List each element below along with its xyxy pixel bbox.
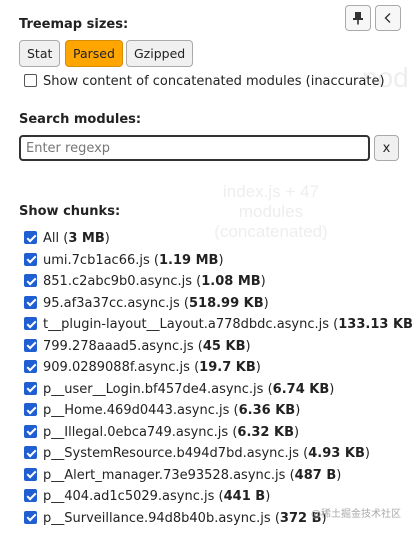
chunk-item[interactable]: p__Illegal.0ebca749.async.js (6.32 KB): [24, 422, 413, 444]
chunk-checkbox[interactable]: [24, 252, 37, 266]
chunk-checkbox[interactable]: [24, 231, 37, 244]
chunk-size: 1.08 MB: [201, 274, 261, 289]
chunk-name: All: [43, 231, 60, 246]
chunk-item[interactable]: 95.af3a37cc.async.js (518.99 KB): [24, 293, 413, 315]
chunk-size: 19.7 KB: [199, 360, 256, 375]
chunk-item[interactable]: p__SystemResource.b494d7bd.async.js (4.9…: [24, 443, 413, 465]
collapse-button[interactable]: [375, 5, 401, 31]
concat-modules-label: Show content of concatenated modules (in…: [43, 74, 385, 89]
chunk-checkbox[interactable]: [24, 467, 37, 481]
chunk-size: 487 B: [294, 467, 337, 483]
chunk-item[interactable]: 909.0289088f.async.js (19.7 KB): [24, 357, 413, 379]
chunk-checkbox[interactable]: [24, 489, 37, 502]
pin-button[interactable]: [345, 5, 371, 31]
chunk-item-all[interactable]: All (3 MB): [24, 228, 413, 250]
concat-modules-option[interactable]: Show content of concatenated modules (in…: [24, 74, 385, 89]
chunk-name: 95.af3a37cc.async.js: [43, 295, 180, 311]
chunk-item[interactable]: 799.278aaad5.async.js (45 KB): [24, 336, 413, 358]
show-chunks-title: Show chunks:: [19, 204, 121, 219]
chunk-item[interactable]: 851.c2abc9b0.async.js (1.08 MB): [24, 271, 413, 293]
chunk-name: p__user__Login.bf457de4.async.js: [43, 381, 264, 397]
size-stat-button[interactable]: Stat: [19, 40, 61, 67]
chunk-item[interactable]: p__user__Login.bf457de4.async.js (6.74 K…: [24, 379, 413, 401]
chunk-name: p__Illegal.0ebca749.async.js: [43, 424, 229, 440]
chunk-size: 4.93 KB: [308, 446, 365, 461]
chunk-checkbox[interactable]: [24, 510, 37, 524]
chunk-checkbox[interactable]: [24, 338, 37, 352]
clear-search-button[interactable]: x: [374, 135, 399, 161]
treemap-sizes-title: Treemap sizes:: [19, 17, 129, 32]
chunk-size: 441 B: [223, 489, 266, 504]
search-modules-title: Search modules:: [19, 112, 142, 127]
concat-modules-checkbox[interactable]: [24, 74, 37, 87]
chunk-checkbox[interactable]: [24, 446, 37, 459]
chunk-item[interactable]: t__plugin-layout__Layout.a778dbdc.async.…: [24, 314, 413, 336]
chunk-size: 6.32 KB: [237, 424, 294, 440]
watermark: @稀土掘金技术社区: [311, 509, 401, 520]
chunk-name: p__404.ad1c5029.async.js: [43, 489, 215, 504]
chunk-checkbox[interactable]: [24, 317, 37, 330]
chevron-left-icon: [384, 13, 391, 23]
chunk-size: 518.99 KB: [188, 295, 264, 311]
chunk-item[interactable]: p__Home.469d0443.async.js (6.36 KB): [24, 400, 413, 422]
chunk-name: 799.278aaad5.async.js: [43, 338, 194, 354]
chunk-checkbox[interactable]: [24, 295, 37, 309]
chunk-size: 6.74 KB: [272, 381, 330, 397]
chunk-name: p__Alert_manager.73e93528.async.js: [43, 467, 286, 483]
chunk-checkbox[interactable]: [24, 381, 37, 395]
chunk-size: 133.13 KB: [338, 317, 413, 332]
chunk-checkbox[interactable]: [24, 360, 37, 373]
chunk-size: 3 MB: [68, 231, 105, 246]
size-parsed-button[interactable]: Parsed: [65, 40, 123, 67]
chunk-name: umi.7cb1ac66.js: [43, 252, 150, 268]
chunk-name: p__Surveillance.94d8b40b.async.js: [43, 510, 271, 526]
chunk-item[interactable]: p__Alert_manager.73e93528.async.js (487 …: [24, 465, 413, 487]
chunk-checkbox[interactable]: [24, 424, 37, 438]
chunk-name: p__Home.469d0443.async.js: [43, 403, 230, 418]
chunk-name: p__SystemResource.b494d7bd.async.js: [43, 446, 300, 461]
size-gzipped-button[interactable]: Gzipped: [126, 40, 194, 67]
chunk-size: 1.19 MB: [158, 252, 219, 268]
chunk-list: All (3 MB) umi.7cb1ac66.js (1.19 MB) 851…: [24, 228, 413, 529]
chunk-name: 851.c2abc9b0.async.js: [43, 274, 192, 289]
chunk-size: 45 KB: [202, 338, 246, 354]
search-input[interactable]: [19, 135, 370, 161]
chunk-size: 6.36 KB: [238, 403, 296, 418]
chunk-checkbox[interactable]: [24, 274, 37, 287]
chunk-name: t__plugin-layout__Layout.a778dbdc.async.…: [43, 317, 330, 332]
chunk-checkbox[interactable]: [24, 403, 37, 416]
chunk-item[interactable]: umi.7cb1ac66.js (1.19 MB): [24, 250, 413, 272]
pin-icon: [353, 12, 363, 25]
chunk-name: 909.0289088f.async.js: [43, 360, 190, 375]
sidebar-panel: Treemap sizes: Stat Parsed Gzipped Show …: [0, 0, 413, 538]
